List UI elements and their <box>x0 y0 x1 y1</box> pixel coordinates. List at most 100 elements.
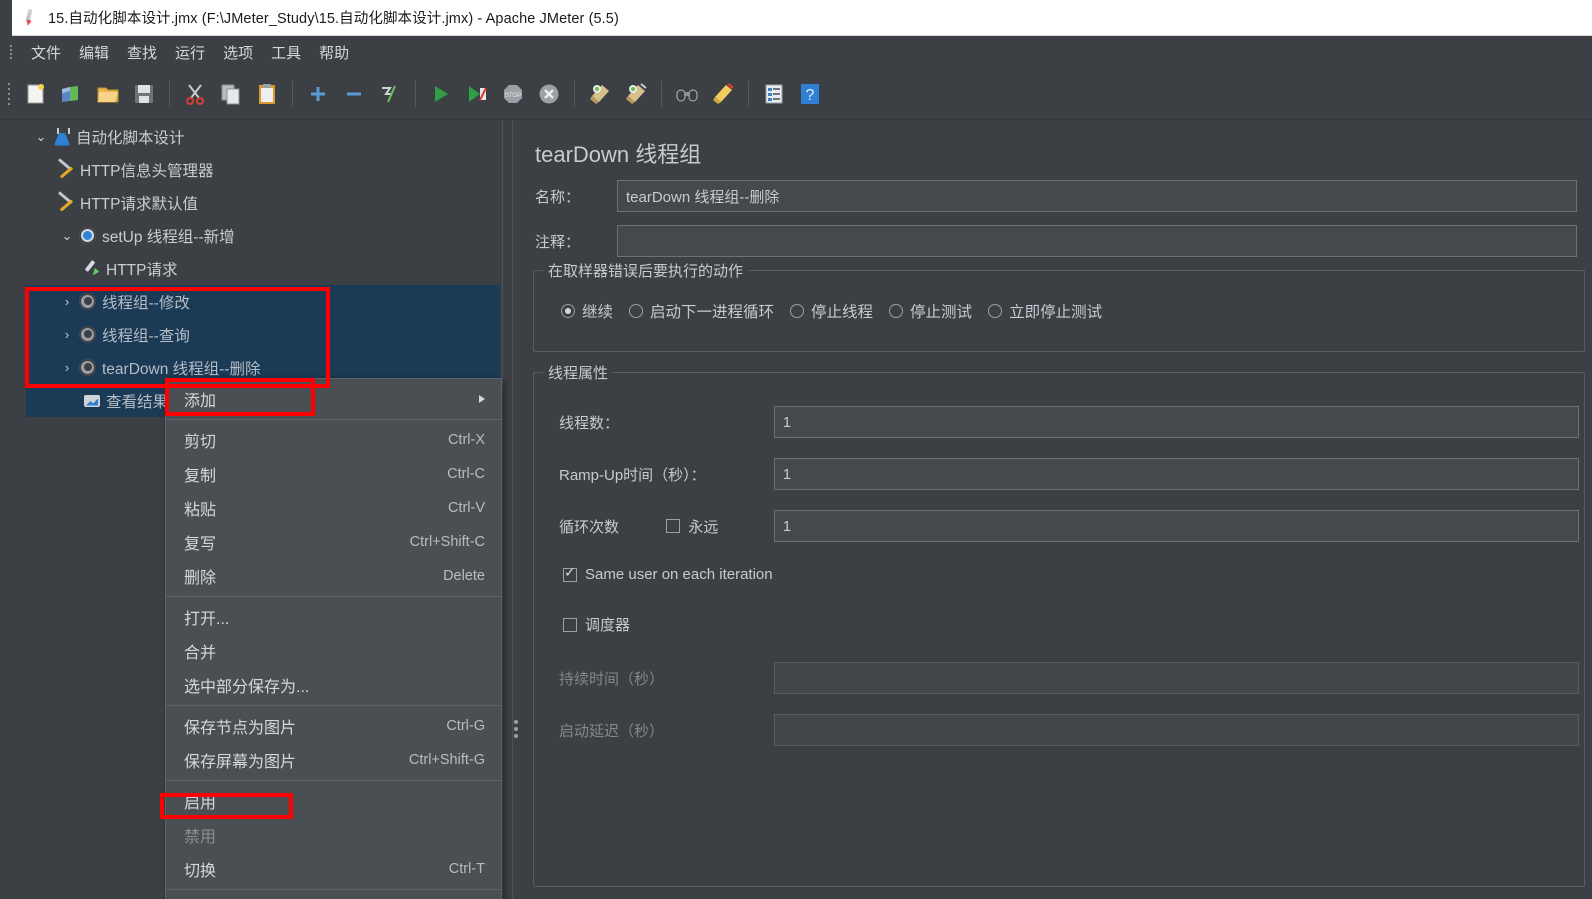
startup-delay-row: 启动延迟（秒） <box>559 714 1579 746</box>
toolbar-stop[interactable]: STOP <box>496 77 530 111</box>
toolbar-separator <box>661 80 662 107</box>
ctx-help[interactable]: 帮助 <box>166 893 501 899</box>
chevron-right-icon[interactable]: › <box>56 360 78 375</box>
tree-node-http-header-manager[interactable]: HTTP信息头管理器 <box>26 153 500 186</box>
ramp-up-label: Ramp-Up时间（秒）： <box>559 466 706 484</box>
scheduler-checkbox[interactable] <box>563 617 577 632</box>
toolbar-grip-icon[interactable] <box>8 82 14 105</box>
forever-checkbox[interactable] <box>666 519 681 533</box>
chevron-down-icon[interactable]: ⌄ <box>56 228 78 244</box>
loop-count-row: 循环次数 永远 1 <box>559 510 1579 542</box>
scheduler-row[interactable]: 调度器 <box>563 614 630 635</box>
splitter-grip-icon[interactable] <box>514 720 518 738</box>
tree-node-setup-thread-group[interactable]: ⌄ setUp 线程组--新增 <box>26 219 500 252</box>
chevron-right-icon[interactable]: › <box>56 327 78 342</box>
toolbar-clear-all[interactable] <box>619 77 653 111</box>
toolbar-toggle[interactable] <box>373 77 407 111</box>
name-input[interactable]: tearDown 线程组--删除 <box>617 180 1577 212</box>
toolbar-start[interactable] <box>424 77 458 111</box>
duration-input[interactable] <box>773 662 1579 694</box>
toolbar-templates[interactable] <box>55 77 89 111</box>
menu-file[interactable]: 文件 <box>22 39 70 66</box>
menu-help[interactable]: 帮助 <box>310 39 358 66</box>
toolbar-search[interactable] <box>670 77 704 111</box>
toolbar-cut[interactable] <box>178 77 212 111</box>
toolbar-reset-search[interactable] <box>706 77 740 111</box>
toolbar-open[interactable] <box>91 77 125 111</box>
menu-run[interactable]: 运行 <box>166 39 214 66</box>
thread-group-gear-icon <box>78 325 98 345</box>
toolbar-new[interactable] <box>19 77 53 111</box>
chevron-down-icon[interactable]: ⌄ <box>30 129 52 145</box>
toolbar-copy[interactable] <box>214 77 248 111</box>
toolbar-separator <box>169 80 170 107</box>
same-user-row[interactable]: Same user on each iteration <box>563 565 773 583</box>
ctx-separator <box>166 419 501 420</box>
ctx-copy[interactable]: 复制 Ctrl-C <box>166 457 501 491</box>
teardown-thread-group-gear-icon <box>78 358 98 378</box>
ramp-up-input[interactable]: 1 <box>773 458 1579 490</box>
toolbar-separator <box>748 80 749 107</box>
num-threads-input[interactable]: 1 <box>773 406 1579 438</box>
ctx-paste[interactable]: 粘贴 Ctrl-V <box>166 491 501 525</box>
toolbar-start-no-pauses[interactable] <box>460 77 494 111</box>
thread-properties-group: 线程属性 <box>533 362 1585 887</box>
menubar-grip-icon[interactable] <box>10 43 16 61</box>
ctx-save-selection-as[interactable]: 选中部分保存为... <box>166 668 501 702</box>
ramp-up-row: Ramp-Up时间（秒）： 1 <box>559 458 1579 490</box>
ctx-item-label: 打开... <box>184 611 230 628</box>
sampler-error-action-title: 在取样器错误后要执行的动作 <box>543 260 749 281</box>
ctx-separator <box>166 596 501 597</box>
tree-node-http-request-defaults[interactable]: HTTP请求默认值 <box>26 186 500 219</box>
radio-stop-thread[interactable]: 停止线程 <box>790 300 873 322</box>
menu-search[interactable]: 查找 <box>118 39 166 66</box>
ctx-merge[interactable]: 合并 <box>166 634 501 668</box>
toolbar-clear[interactable] <box>583 77 617 111</box>
toolbar-expand-all[interactable] <box>301 77 335 111</box>
header-manager-wrench-icon <box>56 160 76 180</box>
toolbar-function-helper[interactable] <box>757 77 791 111</box>
radio-stop-test-now[interactable]: 立即停止测试 <box>988 300 1102 322</box>
ctx-delete[interactable]: 删除 Delete <box>166 559 501 593</box>
startup-delay-input[interactable] <box>773 714 1579 746</box>
name-label: 名称： <box>535 188 581 206</box>
forever-checkbox-wrap[interactable]: 永远 <box>666 516 773 537</box>
ctx-save-node-as-image[interactable]: 保存节点为图片 Ctrl-G <box>166 709 501 743</box>
toolbar: STOP ? <box>0 68 1592 120</box>
ctx-enable[interactable]: 启用 <box>166 784 501 818</box>
menu-tools[interactable]: 工具 <box>262 39 310 66</box>
startup-delay-label: 启动延迟（秒） <box>559 722 665 740</box>
toolbar-shutdown[interactable] <box>532 77 566 111</box>
same-user-checkbox[interactable] <box>563 565 577 582</box>
loop-count-input[interactable]: 1 <box>773 510 1579 542</box>
menu-options[interactable]: 选项 <box>214 39 262 66</box>
toolbar-separator <box>415 80 416 107</box>
comment-input[interactable] <box>617 225 1577 257</box>
radio-start-next-loop[interactable]: 启动下一进程循环 <box>629 300 774 322</box>
ctx-duplicate[interactable]: 复写 Ctrl+Shift-C <box>166 525 501 559</box>
ctx-item-label: 启用 <box>184 795 217 812</box>
num-threads-label: 线程数： <box>559 414 620 432</box>
radio-continue[interactable]: 继续 <box>561 300 613 322</box>
tree-node-test-plan[interactable]: ⌄ 自动化脚本设计 <box>26 120 500 153</box>
ctx-open[interactable]: 打开... <box>166 600 501 634</box>
toolbar-help[interactable]: ? <box>793 77 827 111</box>
ctx-save-screen-as-image[interactable]: 保存屏幕为图片 Ctrl+Shift-G <box>166 743 501 777</box>
tree-node-http-request[interactable]: HTTP请求 <box>26 252 500 285</box>
ctx-item-accel: Ctrl-T <box>448 861 485 877</box>
ctx-item-label: 删除 <box>184 570 217 587</box>
ctx-separator <box>166 889 501 890</box>
ctx-add[interactable]: 添加 <box>166 382 501 416</box>
panel-splitter[interactable] <box>500 120 525 899</box>
ctx-toggle[interactable]: 切换 Ctrl-T <box>166 852 501 886</box>
radio-stop-test[interactable]: 停止测试 <box>889 300 972 322</box>
tree-node-thread-group-modify[interactable]: › 线程组--修改 <box>26 285 500 318</box>
menu-edit[interactable]: 编辑 <box>70 39 118 66</box>
tree-node-thread-group-query[interactable]: › 线程组--查询 <box>26 318 500 351</box>
http-sampler-pen-icon <box>82 259 102 279</box>
ctx-cut[interactable]: 剪切 Ctrl-X <box>166 423 501 457</box>
toolbar-save[interactable] <box>127 77 161 111</box>
chevron-right-icon[interactable]: › <box>56 294 78 309</box>
toolbar-collapse-all[interactable] <box>337 77 371 111</box>
toolbar-paste[interactable] <box>250 77 284 111</box>
